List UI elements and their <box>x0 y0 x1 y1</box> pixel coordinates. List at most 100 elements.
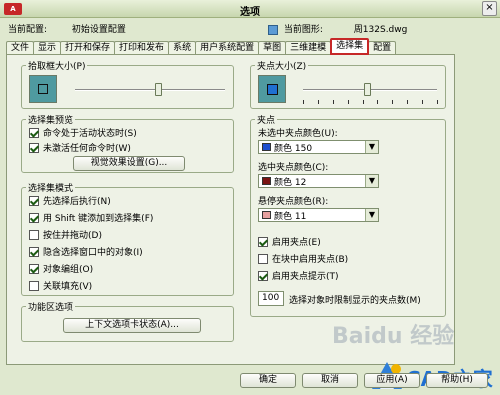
unselected-grip-color-select[interactable]: 颜色 150 ▼ <box>258 140 379 154</box>
grip-limit-input[interactable]: 100 <box>258 291 284 306</box>
apply-button[interactable]: 应用(A) <box>364 373 420 388</box>
tab-user-preferences[interactable]: 用户系统配置 <box>195 41 260 55</box>
cancel-button[interactable]: 取消 <box>302 373 358 388</box>
preview-inactive-checkbox-row[interactable]: 未激活任何命令时(W) <box>29 141 131 154</box>
drawing-icon <box>268 24 278 35</box>
slider-tick <box>317 100 319 104</box>
pickbox-slider-thumb[interactable] <box>154 83 162 96</box>
selected-grip-color-label: 选中夹点颜色(C): <box>258 163 329 173</box>
chevron-down-icon[interactable]: ▼ <box>365 141 378 153</box>
ribbon-options-legend: 功能区选项 <box>28 303 74 313</box>
grip-size-ticks <box>303 100 438 104</box>
visual-effect-settings-button[interactable]: 视觉效果设置(G)... <box>73 156 185 171</box>
tab-display[interactable]: 显示 <box>33 41 62 55</box>
grip-tips-label: 启用夹点提示(T) <box>272 272 339 282</box>
mode-shift-add-checkbox[interactable] <box>29 212 39 223</box>
slider-tick <box>347 100 349 104</box>
mode-press-drag-checkbox[interactable] <box>29 229 39 240</box>
slider-tick <box>392 100 394 104</box>
tab-system[interactable]: 系统 <box>168 41 197 55</box>
block-grips-row[interactable]: 在块中启用夹点(B) <box>258 252 348 265</box>
selection-modes-legend: 选择集模式 <box>28 184 74 194</box>
mode-assoc-hatch-checkbox[interactable] <box>29 280 39 291</box>
close-button[interactable]: × <box>482 1 497 16</box>
tab-strip: 文件 显示 打开和保存 打印和发布 系统 用户系统配置 草图 三维建模 选择集 … <box>6 38 496 55</box>
block-grips-checkbox[interactable] <box>258 253 268 264</box>
slider-tick <box>407 100 409 104</box>
color-swatch-icon <box>262 177 271 185</box>
enable-grips-checkbox[interactable] <box>258 236 268 247</box>
mode-object-group-checkbox[interactable] <box>29 263 39 274</box>
selection-preview-legend: 选择集预览 <box>28 116 74 126</box>
help-button[interactable]: 帮助(H) <box>426 373 488 388</box>
grip-tips-checkbox[interactable] <box>258 270 268 281</box>
mode-implied-window-checkbox[interactable] <box>29 246 39 257</box>
mode-press-drag-label: 按住并拖动(D) <box>43 231 102 241</box>
slider-tick <box>332 100 334 104</box>
tab-plot-publish[interactable]: 打印和发布 <box>114 41 170 55</box>
mode-assoc-hatch-row[interactable]: 关联填充(V) <box>29 279 92 292</box>
tab-drafting[interactable]: 草图 <box>258 41 287 55</box>
tab-files[interactable]: 文件 <box>6 41 35 55</box>
pickbox-size-legend: 拾取框大小(P) <box>28 62 86 72</box>
slider-tick <box>437 100 438 104</box>
grips-legend: 夹点 <box>257 116 276 126</box>
mode-shift-add-row[interactable]: 用 Shift 键添加到选择集(F) <box>29 211 153 224</box>
mode-shift-add-label: 用 Shift 键添加到选择集(F) <box>43 214 154 224</box>
preview-inactive-label: 未激活任何命令时(W) <box>43 144 131 154</box>
grip-size-preview <box>258 75 286 103</box>
current-config-value: 初始设置配置 <box>71 25 126 35</box>
current-drawing-label: 当前图形: <box>283 25 323 35</box>
contextual-tab-state-button[interactable]: 上下文选项卡状态(A)... <box>63 318 201 333</box>
selected-grip-color-select[interactable]: 颜色 12 ▼ <box>258 174 379 188</box>
grip-limit-label: 选择对象时限制显示的夹点数(M) <box>289 296 421 306</box>
pickbox-slider-track[interactable] <box>75 89 225 91</box>
pickbox-preview <box>29 75 57 103</box>
selected-grip-color-value: 颜色 12 <box>274 177 307 188</box>
preview-active-checkbox[interactable] <box>29 127 39 138</box>
slider-tick <box>303 100 304 104</box>
chevron-down-icon[interactable]: ▼ <box>365 175 378 187</box>
mode-object-group-label: 对象编组(O) <box>43 265 94 275</box>
ok-button[interactable]: 确定 <box>240 373 296 388</box>
grip-square-icon <box>266 83 278 95</box>
mode-object-group-row[interactable]: 对象编组(O) <box>29 262 93 275</box>
mode-implied-window-row[interactable]: 隐含选择窗口中的对象(I) <box>29 245 143 258</box>
mode-noun-verb-label: 先选择后执行(N) <box>43 197 111 207</box>
enable-grips-row[interactable]: 启用夹点(E) <box>258 235 321 248</box>
baidu-watermark: Baidu 经验 <box>332 324 455 349</box>
mode-noun-verb-row[interactable]: 先选择后执行(N) <box>29 194 111 207</box>
mode-press-drag-row[interactable]: 按住并拖动(D) <box>29 228 102 241</box>
preview-inactive-checkbox[interactable] <box>29 142 39 153</box>
slider-tick <box>422 100 424 104</box>
current-config: 当前配置: 初始设置配置 <box>8 22 126 35</box>
mode-assoc-hatch-label: 关联填充(V) <box>43 282 93 292</box>
preview-active-label: 命令处于活动状态时(S) <box>43 129 137 139</box>
block-grips-label: 在块中启用夹点(B) <box>272 255 349 265</box>
grip-size-legend: 夹点大小(Z) <box>257 62 307 72</box>
window-title: 选项 <box>240 7 260 18</box>
hover-grip-color-select[interactable]: 颜色 11 ▼ <box>258 208 379 222</box>
mode-noun-verb-checkbox[interactable] <box>29 195 39 206</box>
title-bar: A 选项 × <box>0 0 500 18</box>
pickbox-square-icon <box>38 84 48 94</box>
grip-tips-row[interactable]: 启用夹点提示(T) <box>258 269 339 282</box>
unselected-grip-color-label: 未选中夹点颜色(U): <box>258 129 338 139</box>
tab-3d-modeling[interactable]: 三维建模 <box>285 41 332 55</box>
tab-profiles[interactable]: 配置 <box>368 41 397 55</box>
mode-implied-window-label: 隐含选择窗口中的对象(I) <box>43 248 143 258</box>
current-config-label: 当前配置: <box>8 25 48 35</box>
chevron-down-icon[interactable]: ▼ <box>365 209 378 221</box>
tab-selection[interactable]: 选择集 <box>330 38 370 55</box>
slider-tick <box>362 100 364 104</box>
unselected-grip-color-value: 颜色 150 <box>274 143 313 154</box>
color-swatch-icon <box>262 143 271 151</box>
current-drawing-value: 周132S.dwg <box>353 25 408 35</box>
tab-open-save[interactable]: 打开和保存 <box>60 41 116 55</box>
enable-grips-label: 启用夹点(E) <box>272 238 321 248</box>
slider-tick <box>377 100 379 104</box>
hover-grip-color-value: 颜色 11 <box>274 211 307 222</box>
grip-size-slider-thumb[interactable] <box>364 83 372 96</box>
hover-grip-color-label: 悬停夹点颜色(R): <box>258 197 329 207</box>
preview-active-checkbox-row[interactable]: 命令处于活动状态时(S) <box>29 126 137 139</box>
